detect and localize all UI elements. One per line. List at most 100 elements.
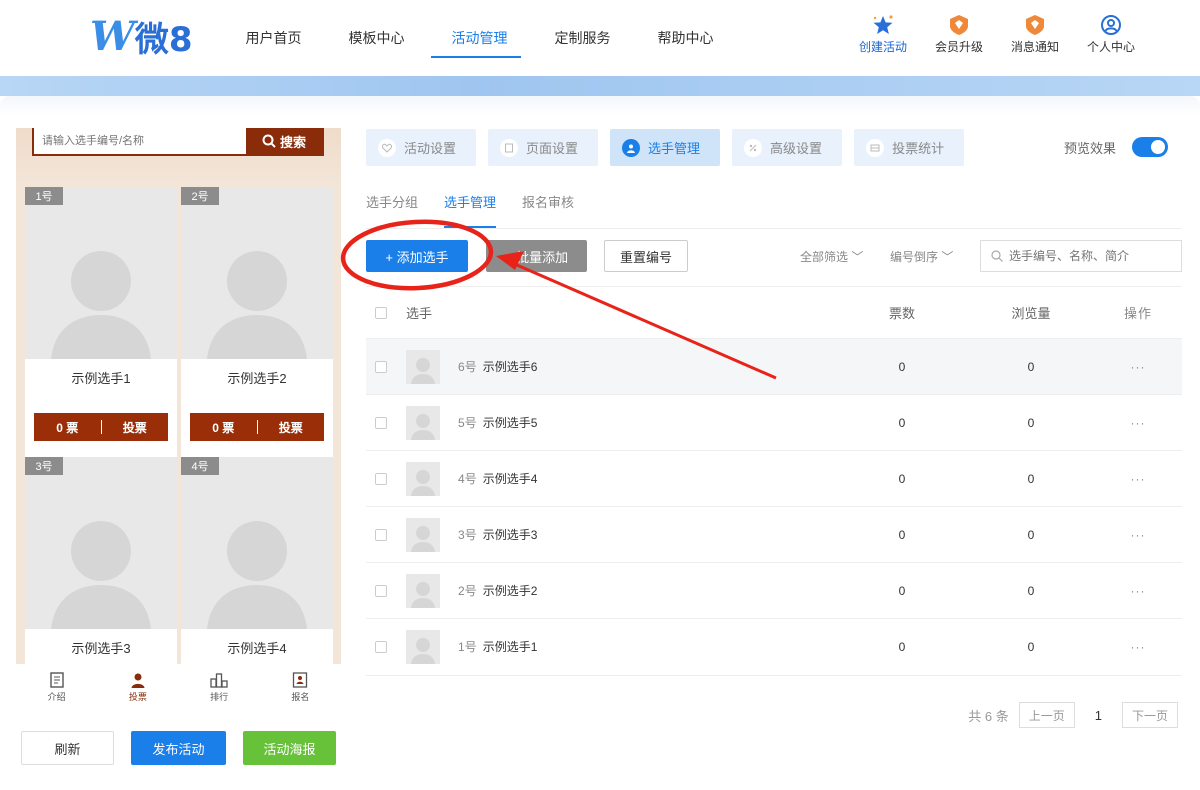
profile-button[interactable]: 个人中心 bbox=[1082, 14, 1140, 55]
player-number: 2号 bbox=[458, 584, 477, 598]
player-name: 示例选手1 bbox=[71, 370, 131, 386]
nav-help[interactable]: 帮助中心 bbox=[634, 0, 737, 76]
table-row[interactable]: 5号 示例选手5 0 0 ··· bbox=[366, 394, 1182, 450]
row-checkbox[interactable] bbox=[375, 416, 387, 429]
sub-tabs: 选手分组 选手管理 报名审核 bbox=[366, 186, 574, 228]
col-ops: 操作 bbox=[1124, 306, 1153, 321]
player-icon bbox=[622, 138, 641, 157]
publish-activity-button[interactable]: 发布活动 bbox=[131, 731, 226, 765]
tab-signup[interactable]: 报名 bbox=[260, 664, 341, 708]
add-player-button[interactable]: + 添加选手 bbox=[366, 240, 468, 272]
row-checkbox[interactable] bbox=[375, 360, 387, 373]
preview-tabbar: 介绍 投票 排行 报名 bbox=[16, 664, 341, 708]
tab-activity-settings[interactable]: 活动设置 bbox=[366, 129, 477, 166]
document-icon bbox=[49, 670, 64, 690]
more-actions-icon[interactable]: ··· bbox=[1131, 472, 1146, 486]
col-player: 选手 bbox=[406, 306, 433, 321]
subtab-review[interactable]: 报名审核 bbox=[522, 186, 574, 216]
col-votes: 票数 bbox=[889, 306, 916, 321]
tab-intro[interactable]: 介绍 bbox=[16, 664, 97, 708]
nav-templates[interactable]: 模板中心 bbox=[325, 0, 428, 76]
nav-home[interactable]: 用户首页 bbox=[222, 0, 325, 76]
activity-poster-button[interactable]: 活动海报 bbox=[243, 731, 336, 765]
table-row[interactable]: 2号 示例选手2 0 0 ··· bbox=[366, 562, 1182, 618]
create-activity-button[interactable]: 创建活动 bbox=[854, 14, 912, 55]
tab-vote[interactable]: 投票 bbox=[97, 664, 178, 708]
total-count: 共 6 条 bbox=[968, 708, 1009, 724]
more-actions-icon[interactable]: ··· bbox=[1131, 528, 1146, 542]
player-name: 示例选手6 bbox=[482, 360, 538, 374]
player-name: 示例选手3 bbox=[482, 528, 538, 542]
player-number: 5号 bbox=[458, 416, 477, 430]
player-number-badge: 1号 bbox=[25, 187, 63, 205]
top-header: W 微8 用户首页 模板中心 活动管理 定制服务 帮助中心 创建活动 会员升级 … bbox=[0, 0, 1200, 76]
bell-badge-icon bbox=[1024, 14, 1046, 36]
player-thumbnail bbox=[406, 461, 440, 496]
member-upgrade-button[interactable]: 会员升级 bbox=[930, 14, 988, 55]
prev-page-button[interactable]: 上一页 bbox=[1018, 702, 1075, 728]
subtab-groups[interactable]: 选手分组 bbox=[366, 186, 418, 216]
avatar-placeholder bbox=[181, 457, 333, 629]
user-circle-icon bbox=[1100, 14, 1122, 36]
vote-count: 0 bbox=[898, 415, 906, 430]
stats-icon bbox=[866, 138, 885, 157]
more-actions-icon[interactable]: ··· bbox=[1131, 416, 1146, 430]
col-views: 浏览量 bbox=[1011, 306, 1051, 321]
avatar-placeholder bbox=[25, 187, 177, 359]
pagination: 共 6 条 上一页 1 下一页 bbox=[968, 702, 1178, 728]
player-name: 示例选手5 bbox=[482, 416, 538, 430]
more-actions-icon[interactable]: ··· bbox=[1131, 584, 1146, 598]
table-row[interactable]: 3号 示例选手3 0 0 ··· bbox=[366, 506, 1182, 562]
next-page-button[interactable]: 下一页 bbox=[1121, 702, 1178, 728]
sort-dropdown[interactable]: 编号倒序 ﹀ bbox=[890, 248, 953, 265]
vote-count: 0 bbox=[898, 471, 906, 486]
player-card[interactable]: 1号 示例选手1 0 票 投票 bbox=[25, 187, 177, 457]
table-row[interactable]: 1号 示例选手1 0 0 ··· bbox=[366, 618, 1182, 674]
row-checkbox[interactable] bbox=[375, 472, 387, 485]
player-number-badge: 4号 bbox=[181, 457, 219, 475]
table-row[interactable]: 6号 示例选手6 0 0 ··· bbox=[366, 338, 1182, 394]
tab-vote-stats[interactable]: 投票统计 bbox=[854, 129, 965, 166]
vote-button[interactable]: 0 票 投票 bbox=[190, 413, 324, 441]
preview-search-input[interactable] bbox=[34, 128, 246, 154]
vote-count: 0 bbox=[898, 583, 906, 598]
star-icon bbox=[871, 14, 895, 36]
player-thumbnail bbox=[406, 573, 440, 608]
messages-button[interactable]: 消息通知 bbox=[1006, 14, 1064, 55]
signup-icon bbox=[292, 670, 308, 690]
logo[interactable]: W 微8 bbox=[90, 13, 193, 60]
table-row[interactable]: 4号 示例选手4 0 0 ··· bbox=[366, 450, 1182, 506]
row-checkbox[interactable] bbox=[375, 528, 387, 541]
preview-search-button[interactable]: 搜索 bbox=[246, 128, 322, 154]
nav-custom[interactable]: 定制服务 bbox=[531, 0, 634, 76]
filter-all-dropdown[interactable]: 全部筛选 ﹀ bbox=[800, 248, 863, 265]
player-card[interactable]: 4号 示例选手4 bbox=[181, 457, 333, 664]
tab-player-management[interactable]: 选手管理 bbox=[610, 129, 721, 166]
player-number-badge: 2号 bbox=[181, 187, 219, 205]
refresh-button[interactable]: 刷新 bbox=[21, 731, 114, 765]
row-checkbox[interactable] bbox=[375, 640, 387, 653]
player-name: 示例选手1 bbox=[482, 640, 538, 654]
preview-toggle[interactable] bbox=[1132, 137, 1169, 157]
player-card[interactable]: 3号 示例选手3 bbox=[25, 457, 177, 664]
content-top-edge bbox=[0, 96, 1200, 116]
tab-advanced-settings[interactable]: 高级设置 bbox=[732, 129, 843, 166]
player-name: 示例选手2 bbox=[482, 584, 538, 598]
player-search-input[interactable] bbox=[1009, 249, 1179, 263]
avatar-placeholder bbox=[25, 457, 177, 629]
tab-rank[interactable]: 排行 bbox=[179, 664, 260, 708]
player-card[interactable]: 2号 示例选手2 0 票 投票 bbox=[181, 187, 333, 457]
player-thumbnail bbox=[406, 405, 440, 440]
subtab-players[interactable]: 选手管理 bbox=[444, 186, 497, 228]
row-checkbox[interactable] bbox=[375, 584, 387, 597]
batch-add-button[interactable]: + 批量添加 bbox=[486, 240, 587, 272]
reset-number-button[interactable]: 重置编号 bbox=[604, 240, 688, 272]
select-all-checkbox[interactable] bbox=[375, 306, 387, 319]
more-actions-icon[interactable]: ··· bbox=[1131, 360, 1146, 374]
more-actions-icon[interactable]: ··· bbox=[1131, 640, 1146, 654]
current-page[interactable]: 1 bbox=[1085, 708, 1112, 723]
vote-button[interactable]: 0 票 投票 bbox=[34, 413, 168, 441]
tab-page-settings[interactable]: 页面设置 bbox=[488, 129, 599, 166]
advanced-icon bbox=[744, 138, 763, 157]
nav-activity[interactable]: 活动管理 bbox=[428, 0, 531, 76]
